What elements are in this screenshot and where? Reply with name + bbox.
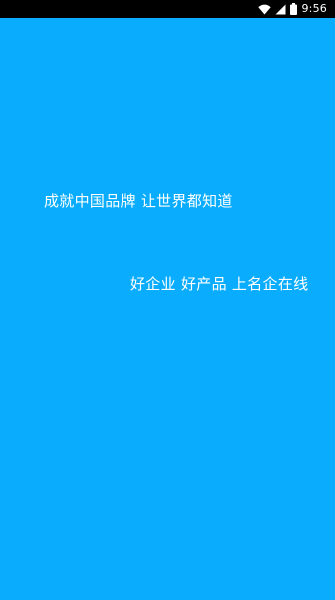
slogan-line-1: 成就中国品牌 让世界都知道 [44,192,233,210]
wifi-icon [258,4,272,15]
battery-icon [290,3,298,15]
status-bar: 9:56 [0,0,335,18]
status-time: 9:56 [301,2,327,15]
slogan-line-2: 好企业 好产品 上名企在线 [130,275,309,293]
splash-screen: 9:56 成就中国品牌 让世界都知道 好企业 好产品 上名企在线 [0,0,335,600]
status-icons: 9:56 [258,0,327,18]
signal-icon [275,4,286,15]
